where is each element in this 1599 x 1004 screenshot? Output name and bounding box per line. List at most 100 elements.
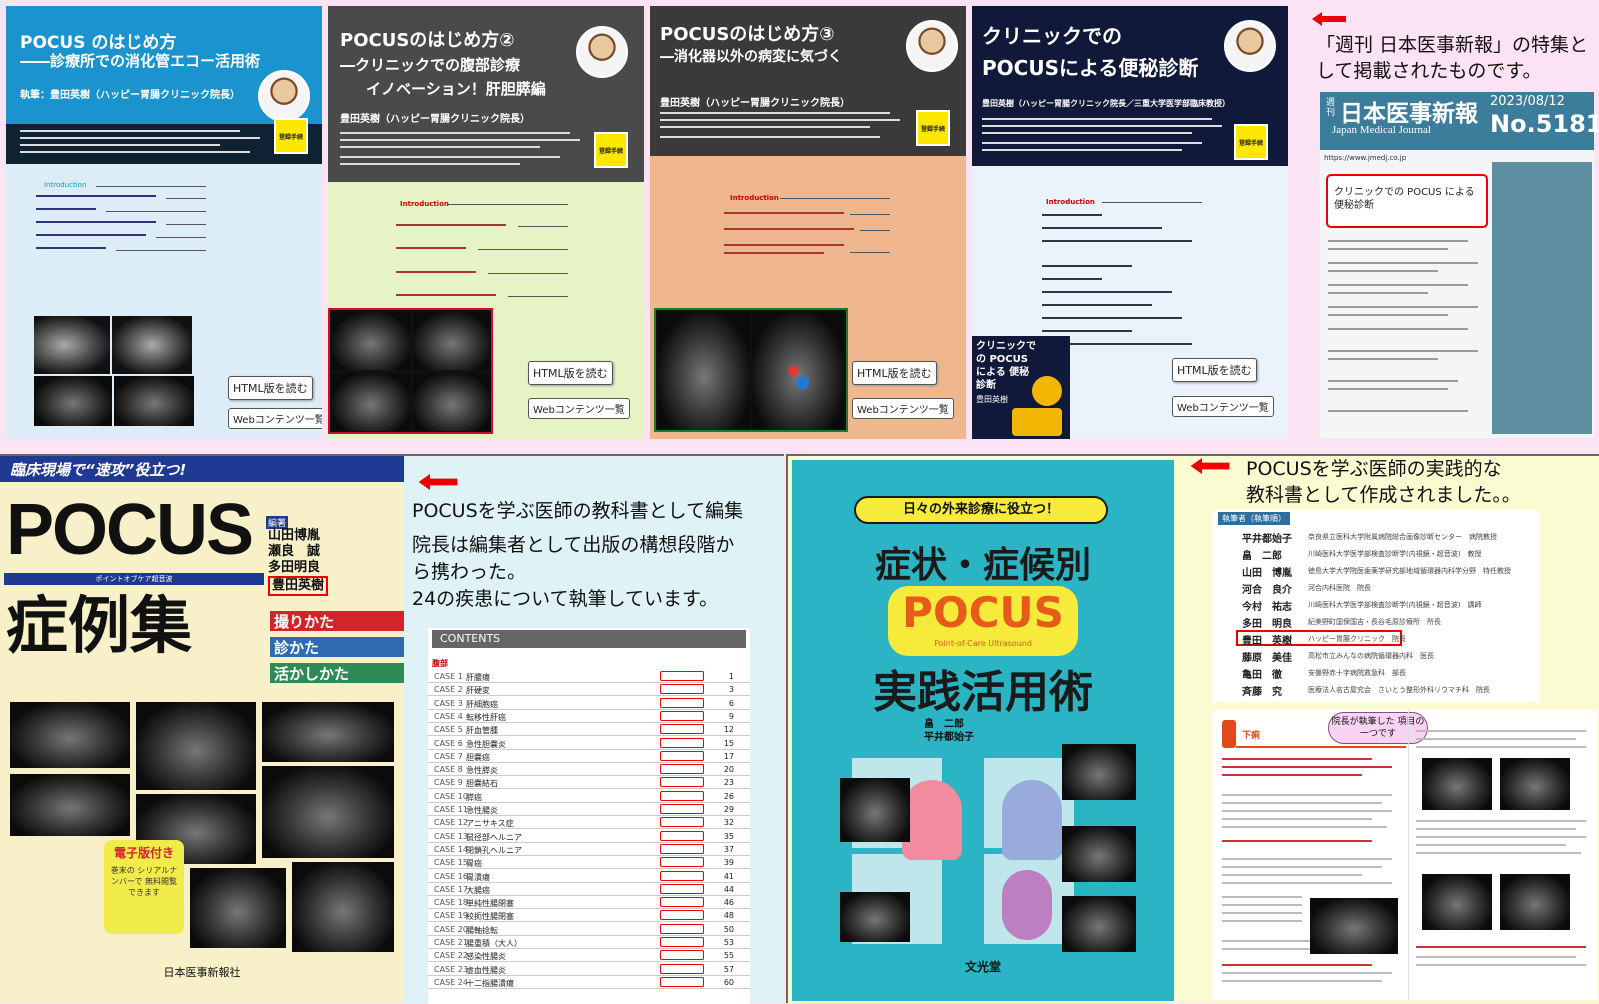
ultrasound-image <box>136 702 256 790</box>
ultrasound-image <box>292 862 394 952</box>
cover-author: 執筆：豊田英樹（ハッピー胃腸クリニック院長） <box>20 90 240 101</box>
cover-subtitle: イノベーション！肝胆膵編 <box>366 80 546 98</box>
author-affiliation: 河合内科医院 院長 <box>1308 584 1371 592</box>
red-arrow-icon <box>418 474 458 490</box>
patient-illustration <box>1002 870 1052 940</box>
jmj-feature-box: クリニックでの POCUS による便秘診断 <box>1326 174 1488 228</box>
ultrasound-image <box>34 376 112 426</box>
ultrasound-grid <box>328 308 493 434</box>
red-arrow-icon <box>1312 12 1346 26</box>
pdf-book-cover: クリニックでの POCUS による 便秘診断 豊田英樹 <box>972 336 1070 439</box>
cover-author: 豊田英樹（ハッピー胃腸クリニック院長／三重大学医学部臨床教授） <box>982 99 1230 108</box>
case-page: 12 <box>723 725 734 735</box>
table-row: CASE 12 アニサキス症 32 <box>428 816 750 830</box>
table-row: CASE 20 腸軸捻転 50 <box>428 923 750 936</box>
read-html-button[interactable]: HTML版を読む <box>528 361 613 385</box>
list-item: 平井都始子 奈良県立医科大学附属病院総合画像診断センター 病院教授 <box>1212 528 1540 545</box>
case-page: 26 <box>723 791 734 801</box>
ultrasound-image <box>190 868 286 948</box>
cover-author: 豊田英樹（ハッピー胃腸クリニック院長） <box>660 98 850 109</box>
case-number: CASE 11 <box>434 805 468 814</box>
callout-bubble: 院長が執筆した 項目の一つです <box>1328 712 1428 744</box>
case-number: CASE 4 <box>434 711 463 721</box>
booklet-cover-3[interactable]: POCUSのはじめ方③ ―消化器以外の病変に気づく 豊田英樹（ハッピー胃腸クリニ… <box>650 6 966 439</box>
author-name: 亀田 徹 <box>1242 670 1282 681</box>
table-row: CASE 2 肝硬変 3 <box>428 683 750 697</box>
editor-list: 山田博胤 瀬良 誠 多田明良 豊田英樹 <box>268 528 329 596</box>
author-name: 藤原 美佳 <box>1242 653 1292 664</box>
case-number: CASE 10 <box>434 791 468 801</box>
case-page: 37 <box>723 844 734 854</box>
list-item: 斉藤 究 医療法人名古屋究会 さいとう整形外科リウマチ科 院長 <box>1212 681 1540 698</box>
top-panel: POCUS のはじめ方 ――診療所での消化管エコー活用術 執筆：豊田英樹（ハッピ… <box>0 0 1599 452</box>
register-button[interactable]: 登録手続 <box>274 118 308 154</box>
table-row: CASE 9 胆嚢結石 23 <box>428 776 750 790</box>
author-name: 斉藤 究 <box>1242 687 1282 698</box>
case-number: CASE 20 <box>434 924 468 934</box>
publisher: 文光堂 <box>964 960 1001 974</box>
register-button[interactable]: 登録手続 <box>594 132 628 168</box>
pocus-casebook-panel: 臨床現場で“速攻”役立つ! POCUS ポイントオブケア超音波 編著 山田博胤 … <box>0 454 784 1004</box>
case-page: 32 <box>723 818 734 828</box>
table-row: CASE 3 肝細胞癌 6 <box>428 697 750 710</box>
author-highlight-box <box>660 737 704 748</box>
author-affiliation: 奈良県立医科大学附属病院総合画像診断センター 病院教授 <box>1308 533 1497 541</box>
pocus-book-cover[interactable]: 臨床現場で“速攻”役立つ! POCUS ポイントオブケア超音波 編著 山田博胤 … <box>0 456 404 1003</box>
table-row: CASE 18 単純性腸閉塞 46 <box>428 896 750 910</box>
case-page: 53 <box>723 938 734 947</box>
ultrasound-image <box>1422 874 1492 930</box>
case-page: 9 <box>728 711 734 721</box>
case-page: 6 <box>728 698 734 708</box>
booklet-cover-4[interactable]: クリニックでの POCUSによる便秘診断 豊田英樹（ハッピー胃腸クリニック院長／… <box>972 6 1288 439</box>
read-html-button[interactable]: HTML版を読む <box>852 361 937 385</box>
case-page: 35 <box>723 831 734 841</box>
case-page: 39 <box>723 858 734 868</box>
author-photo <box>576 26 628 78</box>
table-row: CASE 23 虚血性腸炎 57 <box>428 963 750 976</box>
author-affiliation: 徳島大学大学院医歯薬学研究部地域循環器内科学分野 特任教授 <box>1308 567 1511 575</box>
case-page: 20 <box>723 765 734 775</box>
author-highlight-box <box>660 950 704 961</box>
case-number: CASE 8 <box>434 765 463 775</box>
read-html-button[interactable]: HTML版を読む <box>228 376 313 400</box>
jmj-title: 日本医事新報 <box>1340 100 1478 127</box>
web-contents-button[interactable]: Webコンテンツ一覧 <box>852 398 954 419</box>
author-highlight-box <box>660 804 704 814</box>
case-number: CASE 9 <box>434 778 463 788</box>
case-page: 46 <box>723 898 734 908</box>
table-row: CASE 14 閉鎖孔ヘルニア 37 <box>428 843 750 856</box>
ultrasound-image <box>840 892 910 942</box>
case-number: CASE 23 <box>434 964 468 974</box>
book-subtitle: 症例集 <box>6 589 193 662</box>
cover-title: POCUSのはじめ方② <box>340 30 515 51</box>
booklet-cover-2[interactable]: POCUSのはじめ方② ―クリニックでの腹部診療 イノベーション！肝胆膵編 豊田… <box>328 6 644 439</box>
web-contents-button[interactable]: Webコンテンツ一覧 <box>1172 396 1274 417</box>
author-name: 河合 良介 <box>1242 585 1292 596</box>
register-button[interactable]: 登録手続 <box>1234 124 1268 160</box>
author-highlight-box <box>660 710 704 721</box>
ultrasound-image <box>114 376 194 426</box>
read-html-button[interactable]: HTML版を読む <box>1172 358 1257 382</box>
table-row: CASE 6 急性胆嚢炎 15 <box>428 737 750 750</box>
jissen-book-cover[interactable]: 日々の外来診療に役立つ！ 症状・症候別 POCUS Point-of-Care … <box>792 460 1174 1001</box>
cover-subtitle: ――診療所での消化管エコー活用術 <box>20 52 261 70</box>
ct-image <box>112 316 192 374</box>
register-button[interactable]: 登録手続 <box>916 110 950 146</box>
jissen-panel: 日々の外来診療に役立つ！ 症状・症候別 POCUS Point-of-Care … <box>786 454 1599 1003</box>
ultrasound-image <box>1062 744 1136 800</box>
booklet-cover-1[interactable]: POCUS のはじめ方 ――診療所での消化管エコー活用術 執筆：豊田英樹（ハッピ… <box>6 6 322 439</box>
web-contents-button[interactable]: Webコンテンツ一覧 <box>528 398 630 419</box>
web-contents-button[interactable]: Webコンテンツ一覧 <box>228 408 322 429</box>
case-number: CASE 2 <box>434 685 463 695</box>
list-item: 山田 博胤 徳島大学大学院医歯薬学研究部地域循環器内科学分野 特任教授 <box>1212 562 1540 579</box>
article-spread: 下痢 院長が執筆した 項目の一つです <box>1212 710 1597 1000</box>
author-name: 平井都始子 <box>1242 534 1292 545</box>
table-row: CASE 16 胃潰瘍 41 <box>428 870 750 883</box>
ct-image <box>34 316 110 374</box>
case-number: CASE 21 <box>434 938 468 947</box>
case-page: 41 <box>723 871 734 881</box>
author-highlight-box <box>660 976 704 987</box>
jmj-caption-line2: して掲載されたものです。 <box>1316 60 1542 82</box>
author-affiliation: 川崎医科大学医学部検査診断学(内視鏡・超音波) 教授 <box>1308 550 1482 558</box>
jmj-caption-line1: 「週刊 日本医事新報」の特集と <box>1316 34 1589 56</box>
